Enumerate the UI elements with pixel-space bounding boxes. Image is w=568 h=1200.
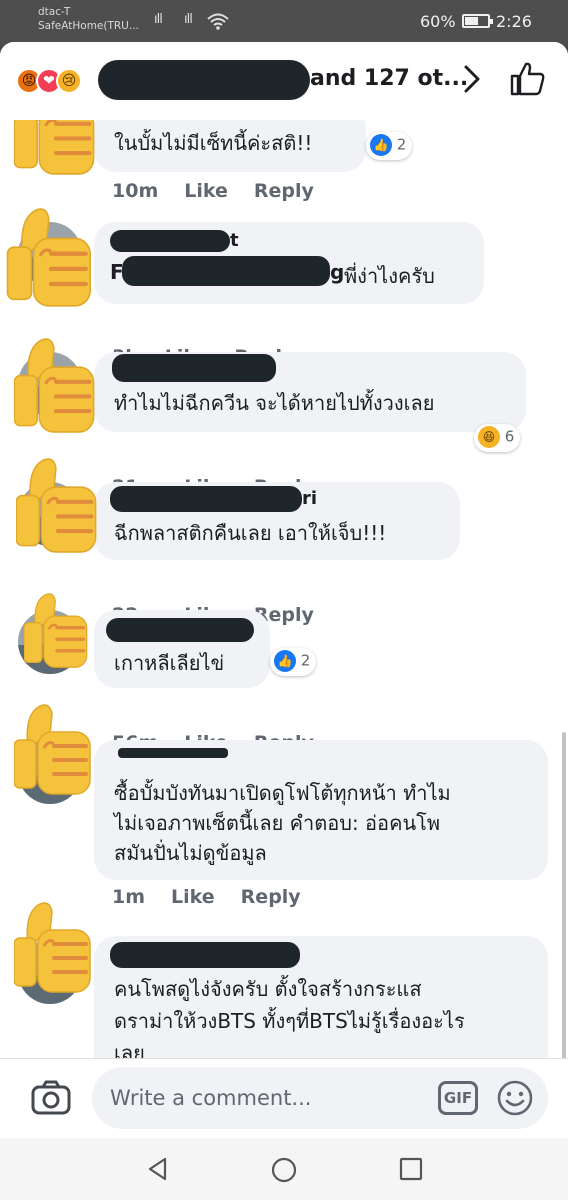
comment-text: ในบั้มไม่มีเซ็ทนี้ค่ะสติ!! [114,131,313,155]
carrier-info: dtac-T SafeAtHome(TRU... [38,5,139,33]
comment-text: ทำไมไม่ฉีกควีน จะได้หายไปทั้งวงเลย [114,391,435,415]
comments-sheet: 😡 ❤ 😢 and 127 ot... ในบั้มไม่มีเซ็ทนี้ค่… [0,42,568,1058]
like-icon: 👍 [370,134,392,156]
reaction-count: 2 [396,135,407,154]
redacted-name [118,748,228,758]
comment-composer: Write a comment... GIF [0,1058,568,1138]
reactions-header[interactable]: 😡 ❤ 😢 and 127 ot... [0,42,568,120]
thumbs-up-sticker [14,338,98,434]
like-link[interactable]: Like [184,180,228,202]
comment-text-line-3: สมันปั่นไม่ดูข้อมูล [114,841,267,865]
comment-text-line-1: คนโพสดูไง่จังครับ ตั้งใจสร้างกระแส [114,977,422,1001]
reply-link[interactable]: Reply [254,180,314,202]
thumbs-up-sticker [24,592,89,669]
comment-text: เกาหลีเลียไข่ [114,651,225,675]
comment-time: 1m [112,886,146,908]
reactors-summary-text[interactable]: and 127 ot... [310,66,468,91]
reaction-count-badge[interactable]: 👍 2 [366,132,413,160]
like-link[interactable]: Like [171,886,215,908]
comment-actions: 1m Like Reply [112,886,327,908]
redacted-name [112,354,276,382]
reaction-count-badge[interactable]: 😆 6 [474,424,521,452]
camera-icon[interactable] [30,1077,72,1119]
haha-icon: 😆 [478,426,500,448]
comment-text-line-3: เลย [114,1041,145,1058]
reaction-count: 6 [504,427,515,446]
signal-icon-2: ıll [184,12,193,27]
reply-link[interactable]: Reply [241,886,301,908]
comment-bubble[interactable]: ri ฉีกพลาสติกคืนเลย เอาให้เจ็บ!!! [94,482,460,560]
system-nav-bar [0,1138,568,1200]
thumbs-up-sticker [6,208,96,308]
chevron-right-icon[interactable] [458,62,486,96]
comment-bubble[interactable]: t F g พี่ง่าไงครับ [94,222,484,304]
commenter-name-tail[interactable]: ri [302,488,317,509]
battery-percent: 60% [420,12,456,31]
signal-icon: ıll [154,12,163,27]
tagged-name-end[interactable]: g [330,260,344,284]
redacted-name [106,618,254,642]
like-icon: 👍 [274,650,296,672]
comment-bubble[interactable]: ทำไมไม่ฉีกควีน จะได้หายไปทั้งวงเลย [94,352,526,432]
thumbs-up-sticker [14,704,92,796]
comment-bubble[interactable]: ซื้อบั้มบังทันมาเปิดดูโฟโต้ทุกหน้า ทำไม … [94,740,548,880]
comment-text: พี่ง่าไงครับ [344,264,435,288]
reaction-count: 2 [300,651,311,670]
commenter-name-tail[interactable]: t [230,230,239,251]
wifi-network-name: SafeAtHome(TRU... [38,20,139,32]
redacted-name [110,230,230,252]
back-triangle-icon[interactable] [145,1156,171,1182]
redacted-name [110,486,302,512]
battery-icon [462,14,493,28]
thumbs-up-sticker [14,902,92,994]
redacted-name [110,942,300,968]
comment-text-line-1: ซื้อบั้มบังทันมาเปิดดูโฟโต้ทุกหน้า ทำไม [114,781,451,805]
recents-square-icon[interactable] [398,1156,424,1182]
battery-level [465,17,478,25]
comment-bubble[interactable]: เกาหลีเลียไข่ [94,610,270,688]
emoji-icon[interactable] [496,1079,534,1117]
status-bar: dtac-T SafeAtHome(TRU... ıll ıll 60% 2:2… [0,0,568,44]
carrier-name: dtac-T [38,6,71,18]
comment-time: 10m [112,180,159,202]
redacted-tag [122,256,330,286]
redacted-name [98,60,310,100]
wifi-icon [207,13,229,30]
clock: 2:26 [496,12,532,31]
thumbs-up-outline-icon[interactable] [508,60,546,98]
scrollbar[interactable] [562,732,566,1058]
comment-text-line-2: ไม่เจอภาพเซ็ตนี้เลย คำตอบ: อ่อคนโพ [114,811,441,835]
comment-text: ฉีกพลาสติกคืนเลย เอาให้เจ็บ!!! [114,521,387,545]
reaction-count-badge[interactable]: 👍 2 [270,648,317,676]
comment-text-line-2: ดราม่าให้วงBTS ทั้งๆที่BTSไม่รู้เรื่องอะ… [114,1009,465,1033]
comment-input[interactable]: Write a comment... [92,1067,548,1129]
home-circle-icon[interactable] [270,1156,298,1184]
comment-actions: 10m Like Reply [112,180,340,202]
thumbs-up-sticker [16,458,100,554]
gif-button[interactable]: GIF [438,1081,478,1115]
sad-reaction-icon: 😢 [56,68,82,94]
comment-bubble[interactable]: คนโพสดูไง่จังครับ ตั้งใจสร้างกระแส ดราม่… [94,936,548,1058]
